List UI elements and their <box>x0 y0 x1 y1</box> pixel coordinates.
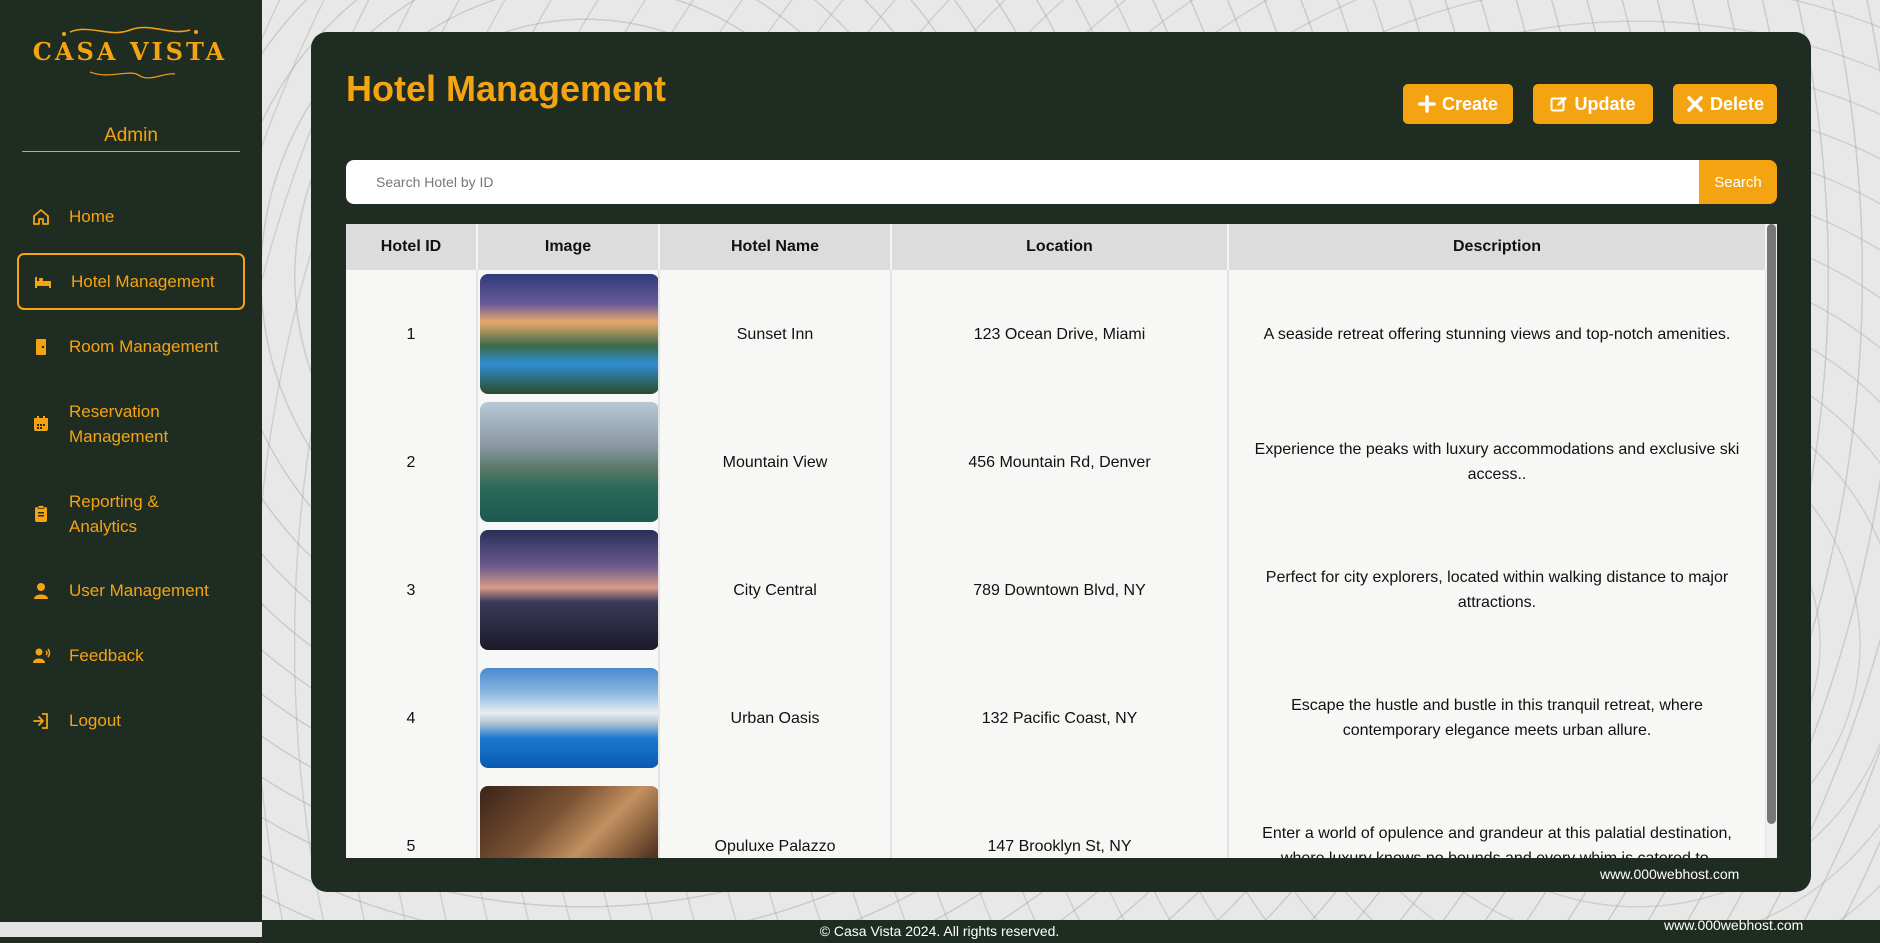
logo-ornament-icon <box>62 26 198 79</box>
feedback-icon <box>31 646 51 666</box>
cell-hotel-name: Sunset Inn <box>659 270 892 398</box>
cell-hotel-id: 2 <box>346 398 478 526</box>
brand-logo[interactable]: CASA VISTA <box>30 24 230 80</box>
sidebar-item-reporting-analytics[interactable]: Reporting & Analytics <box>17 489 245 539</box>
column-header-description[interactable]: Description <box>1228 224 1767 270</box>
cell-location: 147 Brooklyn St, NY <box>891 782 1229 858</box>
column-header-location[interactable]: Location <box>891 224 1229 270</box>
role-label: Admin <box>22 125 240 152</box>
hotel-image <box>480 668 659 768</box>
cell-location: 789 Downtown Blvd, NY <box>891 526 1229 654</box>
hotel-table-container[interactable]: Hotel ID Image Hotel Name Location Descr… <box>346 224 1777 858</box>
sidebar-item-feedback[interactable]: Feedback <box>17 643 245 668</box>
sidebar-item-room-management[interactable]: Room Management <box>17 334 245 359</box>
cell-hotel-name: Urban Oasis <box>659 654 892 782</box>
table-row[interactable]: 5 Opuluxe Palazzo 147 Brooklyn St, NY En… <box>346 782 1767 858</box>
cell-description: Experience the peaks with luxury accommo… <box>1228 398 1767 526</box>
column-header-image[interactable]: Image <box>477 224 660 270</box>
main-panel: Hotel Management Create Update Delete Se… <box>311 32 1811 892</box>
table-scrollbar[interactable] <box>1766 224 1777 858</box>
sidebar-item-label: Hotel Management <box>71 272 215 291</box>
calendar-icon <box>31 414 51 434</box>
sidebar-item-label: Home <box>69 207 115 226</box>
close-icon <box>1687 96 1703 112</box>
delete-button[interactable]: Delete <box>1673 84 1777 124</box>
table-row[interactable]: 3 City Central 789 Downtown Blvd, NY Per… <box>346 526 1767 654</box>
cell-description: A seaside retreat offering stunning view… <box>1228 270 1767 398</box>
table-row[interactable]: 1 Sunset Inn 123 Ocean Drive, Miami A se… <box>346 270 1767 398</box>
cell-hotel-id: 1 <box>346 270 478 398</box>
sidebar-item-label: Logout <box>69 711 121 730</box>
cell-description: Perfect for city explorers, located with… <box>1228 526 1767 654</box>
sidebar-item-logout[interactable]: Logout <box>17 708 245 733</box>
column-header-hotel-name[interactable]: Hotel Name <box>659 224 892 270</box>
sidebar-item-reservation-management[interactable]: Reservation Management <box>17 399 245 449</box>
bed-icon <box>33 272 53 292</box>
logout-icon <box>31 711 51 731</box>
copyright-text: © Casa Vista 2024. All rights reserved. <box>819 923 1060 939</box>
host-badge[interactable]: www.000webhost.com <box>1600 866 1739 882</box>
cell-location: 132 Pacific Coast, NY <box>891 654 1229 782</box>
sidebar-item-label: User Management <box>69 581 209 600</box>
hotel-image <box>480 530 659 650</box>
table-row[interactable]: 4 Urban Oasis 132 Pacific Coast, NY Esca… <box>346 654 1767 782</box>
sidebar-item-user-management[interactable]: User Management <box>17 578 245 603</box>
cell-hotel-name: Mountain View <box>659 398 892 526</box>
hotel-image <box>480 402 659 522</box>
sidebar-item-home[interactable]: Home <box>17 204 245 229</box>
edit-icon <box>1550 96 1568 112</box>
plus-icon <box>1418 95 1436 113</box>
user-icon <box>31 581 51 601</box>
footer: © Casa Vista 2024. All rights reserved. … <box>262 917 1880 943</box>
clipboard-icon <box>31 504 51 524</box>
bottom-strip <box>0 937 262 943</box>
cell-hotel-name: City Central <box>659 526 892 654</box>
create-button[interactable]: Create <box>1403 84 1513 124</box>
update-button-label: Update <box>1574 93 1636 114</box>
cell-hotel-id: 5 <box>346 782 478 858</box>
cell-location: 123 Ocean Drive, Miami <box>891 270 1229 398</box>
door-icon <box>31 337 51 357</box>
search-button[interactable]: Search <box>1699 160 1777 204</box>
hotel-table: Hotel ID Image Hotel Name Location Descr… <box>346 224 1767 858</box>
sidebar-item-label: Room Management <box>69 337 219 356</box>
cell-description: Enter a world of opulence and grandeur a… <box>1228 782 1767 858</box>
create-button-label: Create <box>1441 93 1499 114</box>
search-input[interactable] <box>346 160 1700 204</box>
scrollbar-thumb[interactable] <box>1767 224 1776 824</box>
delete-button-label: Delete <box>1709 93 1765 114</box>
table-header-row: Hotel ID Image Hotel Name Location Descr… <box>346 224 1767 270</box>
cell-hotel-id: 3 <box>346 526 478 654</box>
cell-hotel-id: 4 <box>346 654 478 782</box>
hotel-image <box>480 274 659 394</box>
footer-host-badge[interactable]: www.000webhost.com <box>1664 914 1803 937</box>
sidebar-item-label: Reporting & Analytics <box>69 492 159 536</box>
home-icon <box>31 207 51 227</box>
column-header-hotel-id[interactable]: Hotel ID <box>346 224 478 270</box>
hotel-image <box>480 786 659 858</box>
cell-description: Escape the hustle and bustle in this tra… <box>1228 654 1767 782</box>
sidebar-item-hotel-management[interactable]: Hotel Management <box>17 253 245 310</box>
sidebar: CASA VISTA Admin Home Hotel Management R… <box>0 0 262 922</box>
update-button[interactable]: Update <box>1533 84 1653 124</box>
cell-hotel-name: Opuluxe Palazzo <box>659 782 892 858</box>
host-badge-text: www.000webhost.com <box>1600 866 1740 882</box>
page-title: Hotel Management <box>346 68 667 109</box>
cell-location: 456 Mountain Rd, Denver <box>891 398 1229 526</box>
sidebar-item-label: Feedback <box>69 646 144 665</box>
table-row[interactable]: 2 Mountain View 456 Mountain Rd, Denver … <box>346 398 1767 526</box>
sidebar-item-label: Reservation Management <box>69 402 169 446</box>
